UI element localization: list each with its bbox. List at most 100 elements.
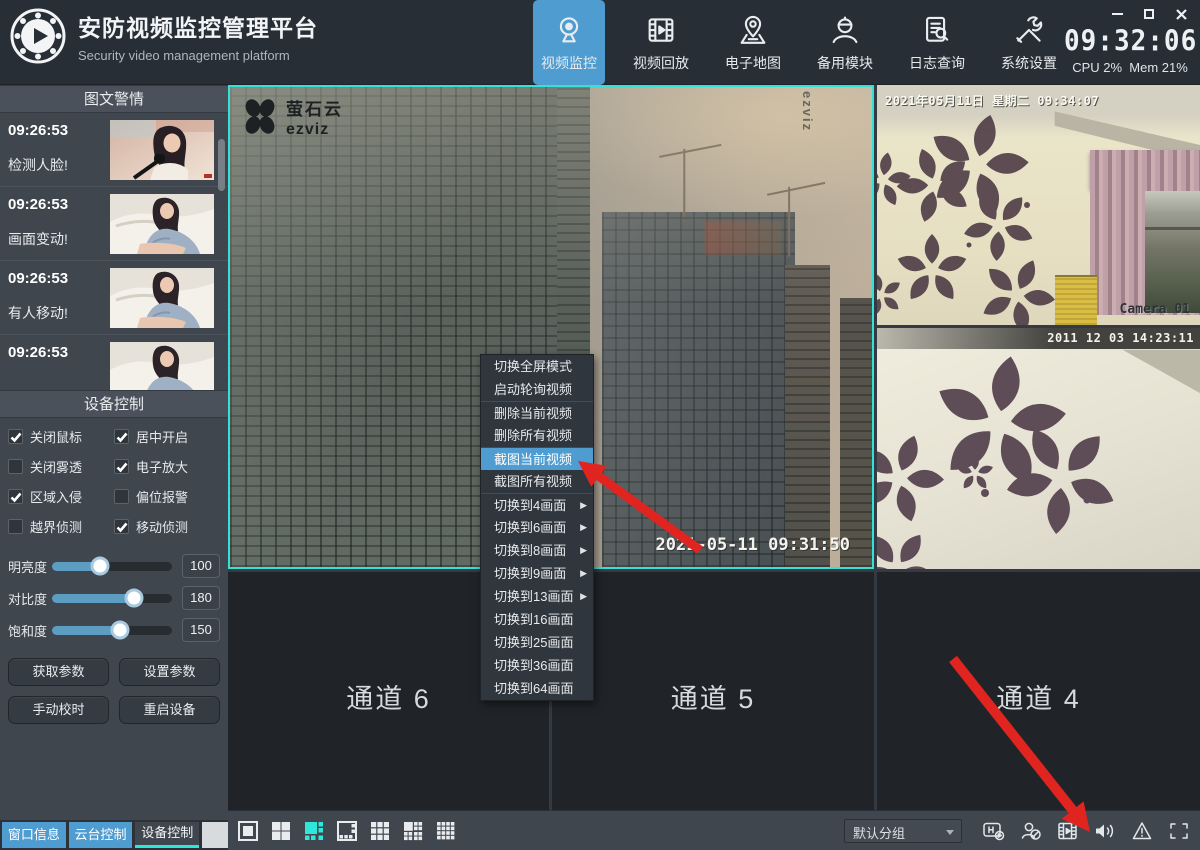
device-checkbox-grid: 关闭鼠标 居中开启 关闭雾透 电子放大 区域入侵 偏位报警: [0, 418, 228, 540]
alert-item[interactable]: 09:26:53 检测人脸!: [0, 113, 228, 187]
saturation-slider[interactable]: [52, 626, 172, 635]
get-params-button[interactable]: 获取参数: [8, 658, 109, 686]
layout-8-icon[interactable]: [335, 819, 359, 843]
video-pane-cam-mid[interactable]: 2011 12 03 14:23:11: [877, 328, 1200, 569]
layout-1-icon[interactable]: [236, 819, 260, 843]
menu-item-delete-all[interactable]: 删除所有视频: [481, 424, 593, 447]
menu-item-switch-4[interactable]: 切换到4画面: [481, 493, 593, 516]
menu-item-switch-6[interactable]: 切换到6画面: [481, 516, 593, 539]
menu-item-fullscreen-mode[interactable]: 切换全屏模式: [481, 355, 593, 378]
worker-icon: [828, 13, 862, 47]
maximize-icon[interactable]: [1142, 8, 1156, 20]
checkbox-offset-alarm[interactable]: 偏位报警: [114, 487, 220, 506]
tab-ptz-control[interactable]: 云台控制: [69, 822, 133, 848]
layout-4-icon[interactable]: [269, 819, 293, 843]
checkbox-icon: [114, 459, 129, 474]
alert-item[interactable]: 09:26:53 有人移动!: [0, 261, 228, 335]
checkbox-defog-off[interactable]: 关闭雾透: [8, 457, 114, 476]
nav-log-query[interactable]: 日志查询: [901, 0, 973, 85]
menu-item-switch-36[interactable]: 切换到36画面: [481, 654, 593, 677]
layout-13-icon[interactable]: [401, 819, 425, 843]
slider-thumb[interactable]: [111, 621, 130, 640]
layout-switcher: [228, 819, 458, 843]
webcam-icon: [552, 13, 586, 47]
menu-item-switch-64[interactable]: 切换到64画面: [481, 677, 593, 700]
checkbox-icon: [114, 519, 129, 534]
layout-9-icon[interactable]: [368, 819, 392, 843]
digital-clock: 09:32:06: [1064, 26, 1196, 58]
tab-stub: [202, 822, 228, 848]
app-logo-icon: [10, 8, 66, 64]
brightness-value[interactable]: 100: [182, 554, 220, 578]
menu-item-switch-9[interactable]: 切换到9画面: [481, 562, 593, 585]
set-params-button[interactable]: 设置参数: [119, 658, 220, 686]
alarm-icon[interactable]: [1129, 819, 1155, 843]
alert-time: 09:26:53: [8, 196, 68, 213]
nav-label: 系统设置: [1001, 53, 1057, 73]
hd-play-icon[interactable]: [981, 819, 1007, 843]
person-restrict-icon[interactable]: [1018, 819, 1044, 843]
toolbar-right: 默认分组: [844, 819, 1192, 843]
menu-item-start-polling[interactable]: 启动轮询视频: [481, 378, 593, 401]
saturation-value[interactable]: 150: [182, 618, 220, 642]
record-video-icon[interactable]: [1055, 819, 1081, 843]
nav-system-settings[interactable]: 系统设置: [993, 0, 1065, 85]
checkbox-intrusion[interactable]: 区域入侵: [8, 487, 114, 506]
menu-item-switch-8[interactable]: 切换到8画面: [481, 539, 593, 562]
checkbox-center-on[interactable]: 居中开启: [114, 427, 220, 446]
alert-thumbnail[interactable]: [110, 120, 214, 180]
alert-item[interactable]: 09:26:53: [0, 335, 228, 390]
checkbox-icon: [8, 429, 23, 444]
alert-thumbnail[interactable]: [110, 194, 214, 254]
nav-e-map[interactable]: 电子地图: [717, 0, 789, 85]
menu-item-delete-current[interactable]: 删除当前视频: [481, 401, 593, 424]
device-control-header: 设备控制: [0, 390, 228, 418]
layout-6-icon[interactable]: [302, 819, 326, 843]
alerts-header: 图文警情: [0, 85, 228, 113]
group-select[interactable]: 默认分组: [844, 819, 962, 843]
reboot-device-button[interactable]: 重启设备: [119, 696, 220, 724]
log-search-icon: [920, 13, 954, 47]
menu-item-switch-25[interactable]: 切换到25画面: [481, 631, 593, 654]
nav-video-playback[interactable]: 视频回放: [625, 0, 697, 85]
menu-item-switch-16[interactable]: 切换到16画面: [481, 608, 593, 631]
nav-backup-module[interactable]: 备用模块: [809, 0, 881, 85]
checkbox-line-cross[interactable]: 越界侦测: [8, 517, 114, 536]
tab-window-info[interactable]: 窗口信息: [2, 822, 66, 848]
close-icon[interactable]: [1174, 8, 1188, 20]
brand: 安防视频监控管理平台 Security video management pla…: [10, 8, 318, 64]
contrast-slider[interactable]: [52, 594, 172, 603]
alert-time: 09:26:53: [8, 344, 68, 361]
slider-thumb[interactable]: [91, 557, 110, 576]
menu-item-switch-13[interactable]: 切换到13画面: [481, 585, 593, 608]
alert-item[interactable]: 09:26:53 画面变动!: [0, 187, 228, 261]
nav-video-monitor[interactable]: 视频监控: [533, 0, 605, 85]
menu-item-snapshot-all[interactable]: 截图所有视频: [481, 470, 593, 493]
alert-list: 09:26:53 检测人脸!: [0, 113, 228, 390]
fullscreen-icon[interactable]: [1166, 819, 1192, 843]
alert-thumbnail[interactable]: [110, 342, 214, 390]
nav-label: 视频回放: [633, 53, 689, 73]
minimize-icon[interactable]: [1110, 8, 1124, 20]
checkbox-digital-zoom[interactable]: 电子放大: [114, 457, 220, 476]
volume-icon[interactable]: [1092, 819, 1118, 843]
osd-timestamp: 2011 12 03 14:23:11: [1047, 331, 1194, 345]
video-pane-channel-5[interactable]: 通道 5: [552, 572, 874, 810]
checkbox-motion-detect[interactable]: 移动侦测: [114, 517, 220, 536]
checkbox-close-mouse[interactable]: 关闭鼠标: [8, 427, 114, 446]
channel-label: 通道 5: [552, 677, 874, 716]
video-pane-channel-4[interactable]: 通道 4: [877, 572, 1200, 810]
alert-thumbnail[interactable]: [110, 268, 214, 328]
tab-device-control[interactable]: 设备控制: [135, 822, 199, 848]
ezviz-top-watermark: ezviz: [800, 91, 815, 132]
menu-item-snapshot-current[interactable]: 截图当前视频: [481, 447, 593, 470]
window-controls: [1110, 8, 1188, 20]
brightness-slider[interactable]: [52, 562, 172, 571]
main-nav: 视频监控 视频回放 电子地图 备用模块: [533, 0, 1065, 85]
video-pane-cam-top[interactable]: 2021年05月11日 星期二 09:34:07 Camera 01: [877, 85, 1200, 325]
contrast-value[interactable]: 180: [182, 586, 220, 610]
alerts-scrollbar[interactable]: [218, 139, 225, 191]
layout-16-icon[interactable]: [434, 819, 458, 843]
slider-thumb[interactable]: [124, 589, 143, 608]
manual-time-sync-button[interactable]: 手动校时: [8, 696, 109, 724]
